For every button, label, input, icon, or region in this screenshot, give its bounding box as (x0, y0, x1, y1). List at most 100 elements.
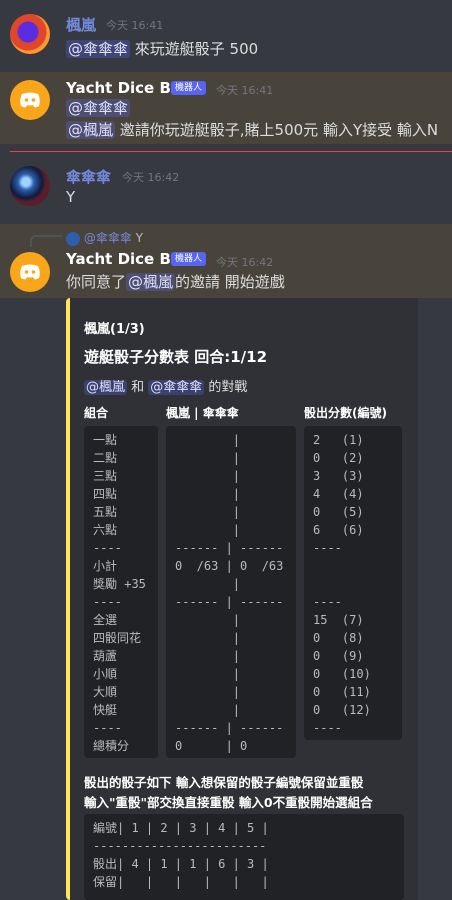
score-row: | (175, 469, 241, 483)
author-name[interactable]: 傘傘傘 (66, 166, 111, 187)
reply-preview[interactable]: @傘傘傘 Y (66, 229, 143, 246)
roll-row: 0 (10) (313, 667, 371, 681)
scores-code-block: | | | | | | ------ | ------ 0 /63 | 0 /63 … (166, 426, 296, 758)
field-title-combos: 組合 (84, 406, 109, 420)
message-line: @楓嵐 邀請你玩遊艇骰子,賭上500元 輸入Y接受 輸入N (66, 120, 438, 140)
score-row: | (175, 523, 241, 537)
roll-row (313, 557, 393, 575)
roll-row: 0 (9) (313, 649, 364, 663)
combo-row: 總積分 (93, 739, 130, 753)
message-content: 你同意了 @楓嵐 的邀請 開始遊戲 (66, 272, 285, 292)
roll-row: 6 (6) (313, 523, 364, 537)
score-row: | (175, 631, 241, 645)
dice-row: 保留| | | | | | (93, 875, 269, 889)
user-mention[interactable]: @傘傘傘 (66, 40, 131, 58)
reply-text: Y (135, 231, 144, 245)
score-row: ------ | ------ (175, 721, 284, 735)
score-row: | (175, 577, 241, 591)
instruction-line-1: 骰出的骰子如下 輸入想保留的骰子編號保留並重骰 (84, 775, 364, 790)
score-row: ------ | ------ (175, 595, 284, 609)
user-avatar-icon[interactable] (10, 166, 50, 206)
score-row: | (175, 433, 241, 447)
roll-row: ---- (313, 541, 342, 555)
combo-row: 四骰同花 (93, 631, 142, 645)
bot-avatar-discord-icon[interactable] (10, 252, 50, 292)
roll-row: 3 (3) (313, 469, 364, 483)
message-3: 傘傘傘 今天 16:42 Y (0, 158, 452, 218)
combo-row: 快艇 (93, 703, 118, 717)
instruction-line-2: 輸入"重骰"部交換直接重骰 輸入0不重骰開始選組合 (84, 795, 373, 810)
roll-row: 0 (12) (313, 703, 371, 717)
bot-badge: 機器人 (171, 81, 207, 95)
score-row: | (175, 649, 241, 663)
rolls-code-block: 2 (1) 0 (2) 3 (3) 4 (4) 0 (5) 6 (6) ---- ---- 15… (304, 426, 402, 740)
combo-row: 五點 (93, 505, 118, 519)
message-line: @傘傘傘 (66, 98, 131, 118)
author-name[interactable]: 楓嵐 (66, 14, 96, 35)
combo-row: 四點 (93, 487, 118, 501)
desc-text: 的對戰 (204, 380, 248, 395)
user-mention[interactable]: @楓嵐 (66, 121, 116, 139)
field-title-rolls: 骰出分數(編號) (304, 406, 387, 420)
combo-row: 小計 (93, 559, 118, 573)
score-row: | (175, 685, 241, 699)
message-2: Yacht Dice Bot 機器人 今天 16:41 @傘傘傘 @楓嵐 邀請你… (0, 72, 452, 144)
embed-title: 遊艇骰子分數表 回合:1/12 (84, 348, 268, 366)
message-text: 的邀請 開始遊戲 (175, 273, 285, 291)
author-name[interactable]: Yacht Dice Bot (66, 79, 188, 97)
combo-row: ---- (93, 595, 122, 609)
scoreboard-embed: 楓嵐(1/3) 遊艇骰子分數表 回合:1/12 @楓嵐 和 @傘傘傘 的對戰 組… (66, 298, 418, 900)
bot-avatar-discord-icon[interactable] (10, 80, 50, 120)
combo-row: ---- (93, 541, 122, 555)
embed-author: 楓嵐(1/3) (84, 322, 145, 337)
roll-row (313, 575, 393, 593)
roll-row: 2 (1) (313, 433, 364, 447)
timestamp: 今天 16:42 (122, 171, 180, 184)
roll-row: ---- (313, 721, 342, 735)
roll-row: 0 (11) (313, 685, 371, 699)
timestamp: 今天 16:41 (106, 19, 164, 32)
score-row: | (175, 487, 241, 501)
user-mention[interactable]: @傘傘傘 (148, 380, 205, 395)
dice-row: ------------------------ (93, 839, 267, 853)
roll-row: 0 (2) (313, 451, 364, 465)
combo-row: 三點 (93, 469, 118, 483)
message-1: 楓嵐 今天 16:41 @傘傘傘 來玩遊艇骰子 500 (0, 6, 452, 66)
user-mention[interactable]: @傘傘傘 (66, 99, 131, 117)
score-row: | (175, 451, 241, 465)
combo-row: 獎勵 +35 (93, 577, 146, 591)
roll-row: 4 (4) (313, 487, 364, 501)
message-text: 你同意了 (66, 273, 127, 291)
user-mention[interactable]: @楓嵐 (126, 273, 176, 291)
dice-code-block: 編號| 1 | 2 | 3 | 4 | 5 | -----------------… (84, 814, 404, 900)
timestamp: 今天 16:42 (216, 256, 274, 269)
author-name[interactable]: Yacht Dice Bot (66, 250, 188, 268)
message-text: Y (66, 188, 76, 206)
score-row: | (175, 667, 241, 681)
desc-text: 和 (127, 380, 149, 395)
reply-mention: @傘傘傘 (83, 231, 132, 245)
bot-badge: 機器人 (171, 252, 207, 266)
message-text: 來玩遊艇骰子 500 (130, 40, 259, 58)
combo-row: 大順 (93, 685, 118, 699)
score-row: | (175, 703, 241, 717)
score-row: 0 /63 | 0 /63 (175, 559, 284, 573)
score-row: | (175, 505, 241, 519)
combo-row: 小順 (93, 667, 118, 681)
new-messages-divider (10, 151, 452, 152)
embed-description: @楓嵐 和 @傘傘傘 的對戰 (84, 376, 247, 395)
roll-row: 0 (5) (313, 505, 364, 519)
combo-row: ---- (93, 721, 122, 735)
combos-code-block: 一點 二點 三點 四點 五點 六點 ---- 小計 獎勵 +35 ---- 全選 四骰同花 葫蘆 小順 大順… (84, 426, 158, 758)
score-row: 0 | 0 (175, 739, 248, 753)
combo-row: 一點 (93, 433, 118, 447)
roll-row: 15 (7) (313, 613, 364, 627)
roll-row: 0 (8) (313, 631, 364, 645)
reply-connector (30, 235, 62, 247)
reply-avatar-icon (66, 231, 80, 246)
message-text: 邀請你玩遊艇骰子,賭上500元 輸入Y接受 輸入N (115, 121, 439, 139)
user-avatar-firefox-icon[interactable] (10, 14, 50, 54)
field-title-scores: 楓嵐 | 傘傘傘 (166, 406, 239, 420)
combo-row: 六點 (93, 523, 118, 537)
user-mention[interactable]: @楓嵐 (84, 380, 128, 395)
